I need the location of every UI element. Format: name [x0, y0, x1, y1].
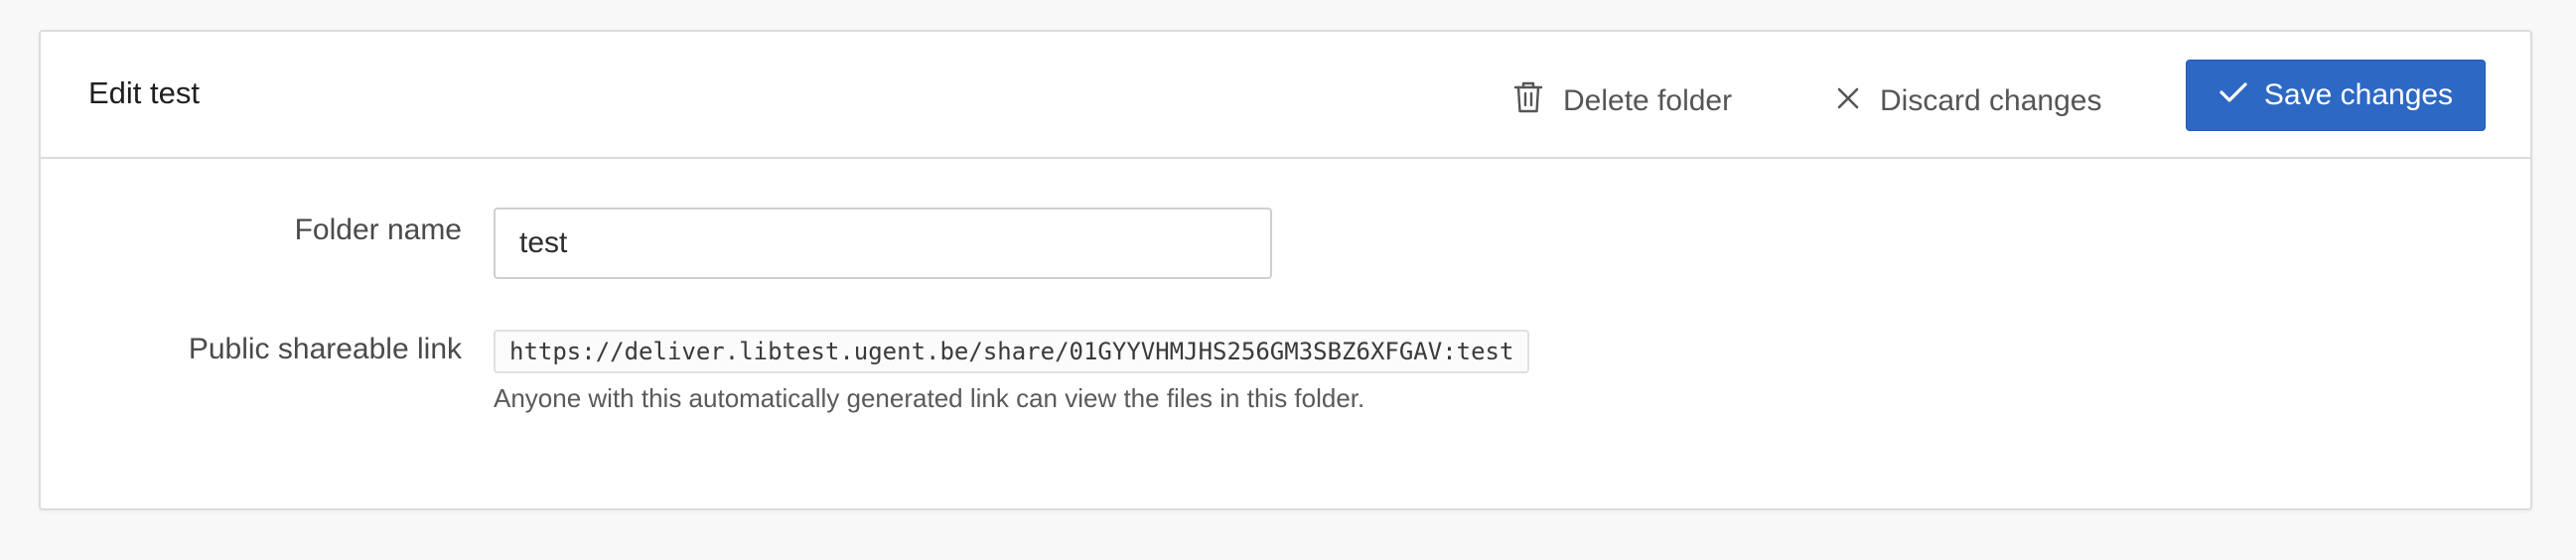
- discard-changes-button[interactable]: Discard changes: [1836, 66, 2101, 137]
- delete-folder-label: Delete folder: [1563, 84, 1733, 117]
- discard-changes-label: Discard changes: [1880, 84, 2102, 117]
- save-changes-label: Save changes: [2263, 78, 2454, 111]
- public-link-value[interactable]: https://deliver.libtest.ugent.be/share/0…: [494, 330, 1530, 373]
- public-link-help-text: Anyone with this automatically generated…: [494, 383, 1365, 413]
- card-header: Edit test Delete folder Discard changes …: [41, 32, 2530, 159]
- edit-folder-card: Edit test Delete folder Discard changes …: [39, 30, 2532, 510]
- page-title: Edit test: [88, 75, 200, 110]
- delete-folder-button[interactable]: Delete folder: [1513, 66, 1732, 137]
- check-icon: [2218, 78, 2248, 112]
- close-icon: [1836, 84, 1860, 118]
- folder-name-input[interactable]: [494, 208, 1272, 279]
- save-changes-button[interactable]: Save changes: [2186, 60, 2486, 131]
- public-link-label: Public shareable link: [188, 333, 462, 365]
- folder-name-label: Folder name: [294, 213, 462, 246]
- trash-icon: [1513, 80, 1543, 122]
